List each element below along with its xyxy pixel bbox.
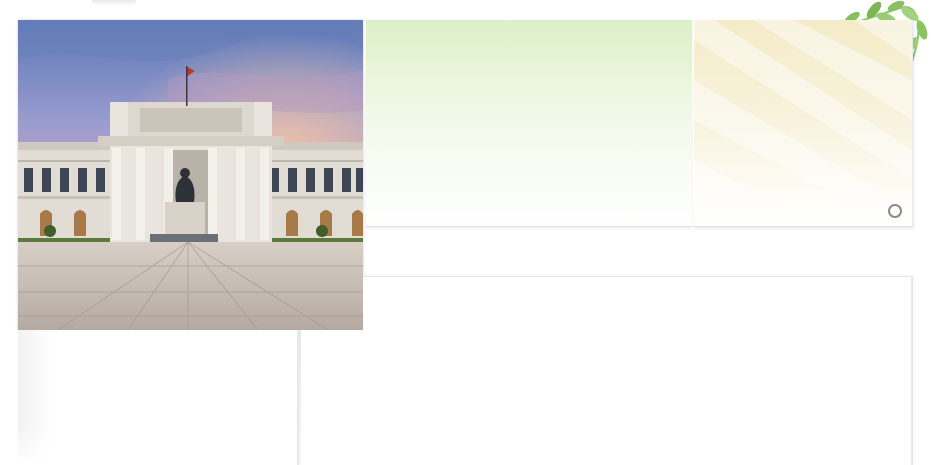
- page: [0, 0, 931, 465]
- sidebar-box: [18, 330, 299, 465]
- header-shadow: [92, 0, 136, 6]
- banner-sunburst-panel: [693, 20, 913, 227]
- museum-building-photo: [18, 20, 363, 330]
- content-box-upper-gap: [301, 330, 363, 465]
- content-box-border: [299, 330, 301, 465]
- main-content-box: [363, 276, 913, 465]
- radio-circle-icon[interactable]: [888, 204, 902, 218]
- banner-green-panel: [366, 20, 692, 227]
